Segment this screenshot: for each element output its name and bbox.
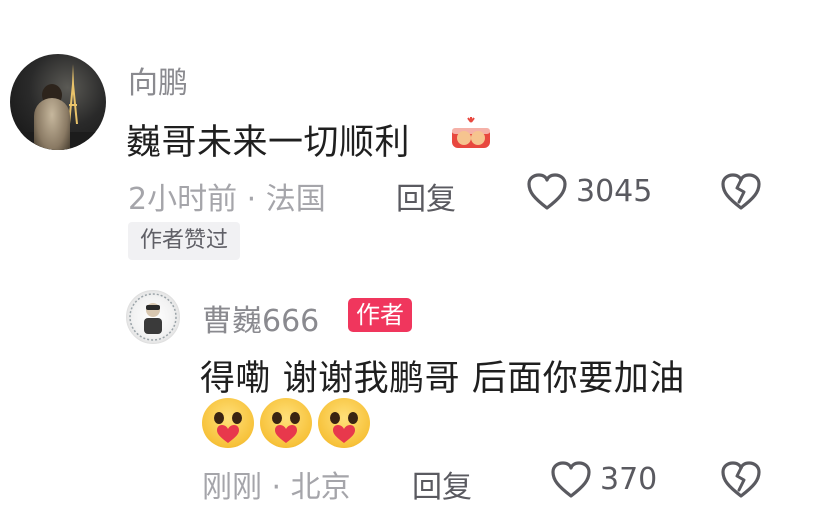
like-count: 3045 (576, 174, 653, 209)
reply-button[interactable]: 回复 (412, 462, 472, 506)
reply-emoji-row (202, 398, 382, 450)
heart-hug-emoji-icon (318, 398, 370, 448)
reply-button[interactable]: 回复 (396, 174, 456, 218)
comment-text: 巍哥未来一切顺利 (126, 123, 411, 163)
like-heart-icon[interactable] (526, 172, 568, 212)
comment-meta: 2小时前 · 法国 (128, 182, 326, 217)
fist-bump-sticker-icon (446, 116, 496, 156)
dislike-broken-heart-icon[interactable] (720, 172, 762, 212)
author-liked-tag: 作者赞过 (128, 222, 241, 260)
reply-meta: 刚刚 · 北京 (202, 470, 351, 505)
heart-hug-emoji-icon (260, 398, 312, 448)
heart-hug-emoji-icon (202, 398, 254, 448)
like-count: 370 (600, 462, 658, 497)
author-badge: 作者 (348, 298, 412, 332)
author-avatar[interactable] (126, 290, 180, 344)
reply-text: 得嘞 谢谢我鹏哥 后面你要加油 (200, 359, 685, 399)
reply-username[interactable]: 曹巍666 (202, 296, 319, 340)
avatar[interactable] (10, 54, 106, 150)
comment-username[interactable]: 向鹏 (128, 58, 188, 102)
like-heart-icon[interactable] (550, 460, 592, 500)
dislike-broken-heart-icon[interactable] (720, 460, 762, 500)
